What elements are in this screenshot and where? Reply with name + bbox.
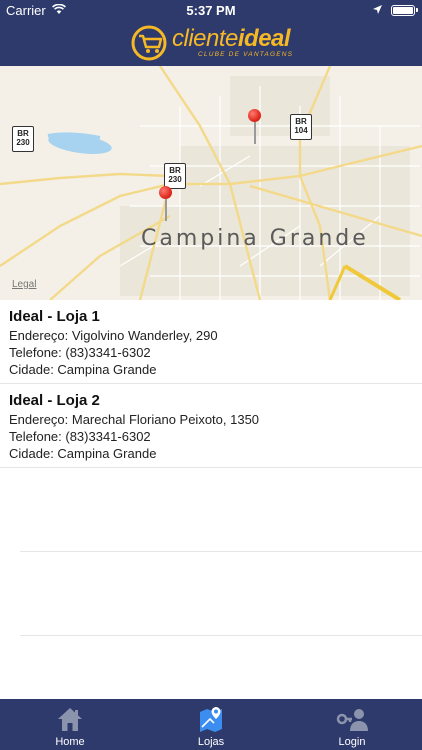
highway-shield-br230: BR 230 [12, 126, 34, 152]
tab-label: Lojas [197, 736, 225, 748]
map-roads [0, 66, 422, 300]
status-bar: Carrier 5:37 PM [0, 0, 422, 20]
store-city: Cidade: Campina Grande [9, 362, 157, 377]
brand-tagline: CLUBE DE VANTAGENS [198, 51, 294, 59]
list-separator [20, 383, 422, 384]
store-address: Endereço: Vigolvino Wanderley, 290 [9, 328, 218, 343]
map-city-label: Campina Grande [141, 226, 369, 251]
clock: 5:37 PM [186, 3, 236, 18]
map-pin-loja-2[interactable] [159, 186, 173, 221]
store-phone: Telefone: (83)3341-6302 [9, 345, 151, 360]
pin-head [248, 109, 261, 122]
brand-name-bold: ideal [237, 25, 291, 53]
pin-stem [253, 122, 256, 144]
list-separator [20, 467, 422, 468]
highway-shield-br104: BR 104 [290, 114, 312, 140]
brand-logo: clienteideal CLUBE DE VANTAGENS [130, 24, 293, 62]
tab-label: Login [338, 736, 366, 748]
store-row-2[interactable]: Ideal - Loja 2 Endereço: Marechal Floria… [0, 384, 422, 468]
store-map[interactable]: BR 230 BR 230 BR 104 Campina Grande Legal [0, 66, 422, 300]
battery-icon [391, 5, 418, 16]
nav-bar: clienteideal CLUBE DE VANTAGENS [0, 20, 422, 66]
store-name: Ideal - Loja 2 [9, 392, 100, 409]
list-separator [20, 551, 422, 552]
store-list: Ideal - Loja 1 Endereço: Vigolvino Wande… [0, 300, 422, 468]
tab-bar: Home Lojas Login [0, 699, 422, 750]
store-phone: Telefone: (83)3341-6302 [9, 429, 151, 444]
store-name: Ideal - Loja 1 [9, 308, 100, 325]
store-row-1[interactable]: Ideal - Loja 1 Endereço: Vigolvino Wande… [0, 300, 422, 384]
tab-label: Home [55, 736, 85, 748]
store-address: Endereço: Marechal Floriano Peixoto, 135… [9, 412, 260, 427]
store-city: Cidade: Campina Grande [9, 446, 157, 461]
user-key-icon [336, 709, 368, 731]
map-legal-link[interactable]: Legal [12, 279, 36, 290]
cart-logo-icon [131, 25, 167, 61]
list-separator [20, 635, 422, 636]
tab-login[interactable]: Login [282, 699, 422, 750]
home-icon [58, 708, 82, 731]
tab-home[interactable]: Home [0, 699, 140, 750]
tab-lojas[interactable]: Lojas [141, 699, 281, 750]
map-pin-icon [200, 707, 222, 732]
location-arrow-icon [372, 3, 383, 18]
pin-head [159, 186, 172, 199]
pin-stem [164, 199, 167, 221]
map-pin-loja-1[interactable] [248, 109, 262, 144]
brand-name-light: cliente [172, 25, 238, 53]
